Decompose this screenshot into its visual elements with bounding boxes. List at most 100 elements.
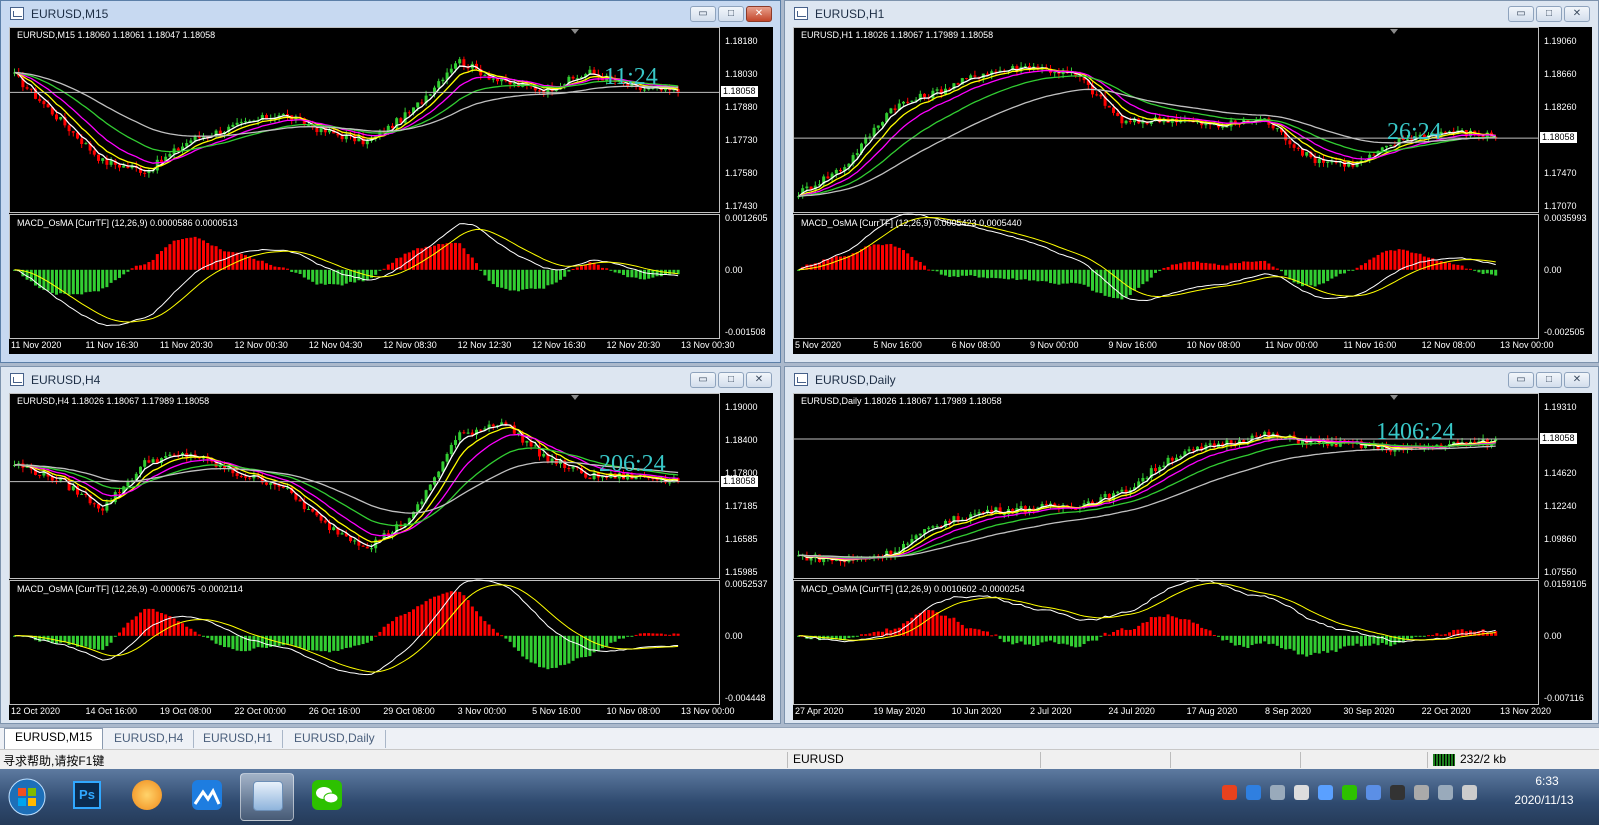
current-price-box[interactable]: 1.18058 <box>721 86 758 98</box>
osma-bar <box>122 269 126 275</box>
osma-bar <box>302 269 306 278</box>
qq-tray-icon[interactable] <box>1390 785 1405 800</box>
price-chart[interactable]: EURUSD,H1 1.18026 1.18067 1.17989 1.1805… <box>793 27 1592 354</box>
maximize-button[interactable]: □ <box>1536 6 1562 22</box>
start-button[interactable] <box>2 773 52 821</box>
osma-bar <box>176 240 180 270</box>
window-titlebar[interactable]: EURUSD,H1 ▭ □ ✕ <box>785 1 1598 27</box>
osma-bar <box>533 635 537 664</box>
osma-bar <box>1443 634 1447 636</box>
close-button[interactable]: ✕ <box>1564 372 1590 388</box>
help-tray-icon[interactable] <box>1246 785 1261 800</box>
osma-bar <box>424 601 428 636</box>
osma-bar <box>151 608 155 636</box>
close-button[interactable]: ✕ <box>746 6 772 22</box>
volume-tray-icon[interactable] <box>1462 785 1477 800</box>
time-axis-label: 12 Nov 12:30 <box>457 340 512 350</box>
close-button[interactable]: ✕ <box>746 372 772 388</box>
app-taskbar-button[interactable] <box>180 773 234 821</box>
maximize-button[interactable]: □ <box>718 6 744 22</box>
osma-bar <box>906 253 910 270</box>
maximize-button[interactable]: □ <box>1536 372 1562 388</box>
sogou-tray-icon[interactable] <box>1222 785 1237 800</box>
chart-shift-marker[interactable] <box>571 29 579 34</box>
osma-bar <box>88 635 92 649</box>
signal-tray-icon[interactable] <box>1438 785 1453 800</box>
window-titlebar[interactable]: EURUSD,M15 ▭ □ ✕ <box>1 1 780 27</box>
tab-eurusd-h1[interactable]: EURUSD,H1 <box>193 730 284 748</box>
shield-tray-icon[interactable] <box>1366 785 1381 800</box>
candle-body <box>956 83 960 85</box>
osma-bar <box>1246 635 1250 648</box>
clock-time[interactable]: 6:33 <box>1502 774 1592 788</box>
osma-bar <box>864 246 868 270</box>
window-titlebar[interactable]: EURUSD,Daily ▭ □ ✕ <box>785 367 1598 393</box>
tab-eurusd-m15[interactable]: EURUSD,M15 <box>4 728 104 749</box>
candle-body <box>239 475 243 477</box>
osma-bar <box>1322 635 1325 652</box>
osma-bar <box>630 635 634 637</box>
candle-body <box>466 432 470 434</box>
minimize-button[interactable]: ▭ <box>690 372 716 388</box>
osma-bar <box>105 269 109 288</box>
maximize-button[interactable]: □ <box>718 372 744 388</box>
osma-bar <box>977 269 981 278</box>
minimize-button[interactable]: ▭ <box>1508 372 1534 388</box>
candle-body <box>1095 94 1099 96</box>
chart-window-2[interactable]: EURUSD,H4 ▭ □ ✕ EURUSD,H4 1.18026 1.1806… <box>0 366 781 724</box>
osma-bar <box>1049 635 1052 641</box>
clock-date[interactable]: 2020/11/13 <box>1494 793 1594 807</box>
chart-window-3[interactable]: EURUSD,Daily ▭ □ ✕ EURUSD,Daily 1.18026 … <box>784 366 1599 724</box>
minimize-button[interactable]: ▭ <box>1508 6 1534 22</box>
tab-eurusd-daily[interactable]: EURUSD,Daily <box>284 730 386 748</box>
photoshop-taskbar-button[interactable]: Ps <box>60 773 114 821</box>
chart-window-1[interactable]: EURUSD,H1 ▭ □ ✕ EURUSD,H1 1.18026 1.1806… <box>784 0 1599 363</box>
network-tray-icon[interactable] <box>1270 785 1285 800</box>
osma-bar <box>382 268 386 270</box>
close-button[interactable]: ✕ <box>1564 6 1590 22</box>
price-chart[interactable]: EURUSD,H4 1.18026 1.18067 1.17989 1.1805… <box>9 393 773 720</box>
osma-bar <box>1057 269 1061 285</box>
osma-bar <box>202 635 205 637</box>
chart-shift-marker[interactable] <box>1390 395 1398 400</box>
current-price-box[interactable]: 1.18058 <box>1540 433 1577 444</box>
osma-bar <box>1095 635 1099 641</box>
osma-bar <box>260 260 264 270</box>
candle-body <box>353 540 357 542</box>
expand-tray-icon[interactable] <box>1294 785 1309 800</box>
wechat-tray-icon[interactable] <box>1342 785 1357 800</box>
minimize-button[interactable]: ▭ <box>690 6 716 22</box>
osc-axis-label: 0.0159105 <box>1544 579 1587 589</box>
candle-body <box>449 444 453 454</box>
candle-body <box>1124 120 1128 124</box>
chart-window-0[interactable]: EURUSD,M15 ▭ □ ✕ EURUSD,M15 1.18060 1.18… <box>0 0 781 363</box>
osma-bar <box>626 635 630 637</box>
chart-shift-marker[interactable] <box>571 395 579 400</box>
current-price-box[interactable]: 1.18058 <box>721 475 758 487</box>
price-chart[interactable]: EURUSD,M15 1.18060 1.18061 1.18047 1.180… <box>9 27 773 354</box>
tab-eurusd-h4[interactable]: EURUSD,H4 <box>104 730 195 748</box>
osma-bar <box>231 635 235 650</box>
osma-bar <box>1099 635 1103 637</box>
cloud-tray-icon[interactable] <box>1318 785 1333 800</box>
symbol-info-label: EURUSD,H1 1.18026 1.18067 1.17989 1.1805… <box>801 30 994 40</box>
metatrader-taskbar-button[interactable] <box>240 773 294 821</box>
browser-taskbar-button[interactable] <box>120 773 174 821</box>
osma-bar <box>403 613 407 636</box>
chart-shift-marker[interactable] <box>1390 29 1398 34</box>
candle-body <box>588 477 592 480</box>
osma-bar <box>1401 249 1405 270</box>
price-chart[interactable]: EURUSD,Daily 1.18026 1.18067 1.17989 1.1… <box>793 393 1592 720</box>
candle-body <box>92 503 96 505</box>
osma-bar <box>927 269 931 271</box>
osma-bar <box>914 260 918 270</box>
flag-tray-icon[interactable] <box>1414 785 1429 800</box>
window-titlebar[interactable]: EURUSD,H4 ▭ □ ✕ <box>1 367 780 393</box>
osma-bar <box>294 269 298 273</box>
osma-bar <box>319 269 323 284</box>
osma-bar <box>512 635 516 648</box>
osma-bar <box>462 248 466 270</box>
wechat-taskbar-button[interactable] <box>300 773 354 821</box>
price-axis-label: 1.15985 <box>725 567 758 577</box>
current-price-box[interactable]: 1.18058 <box>1540 132 1577 144</box>
